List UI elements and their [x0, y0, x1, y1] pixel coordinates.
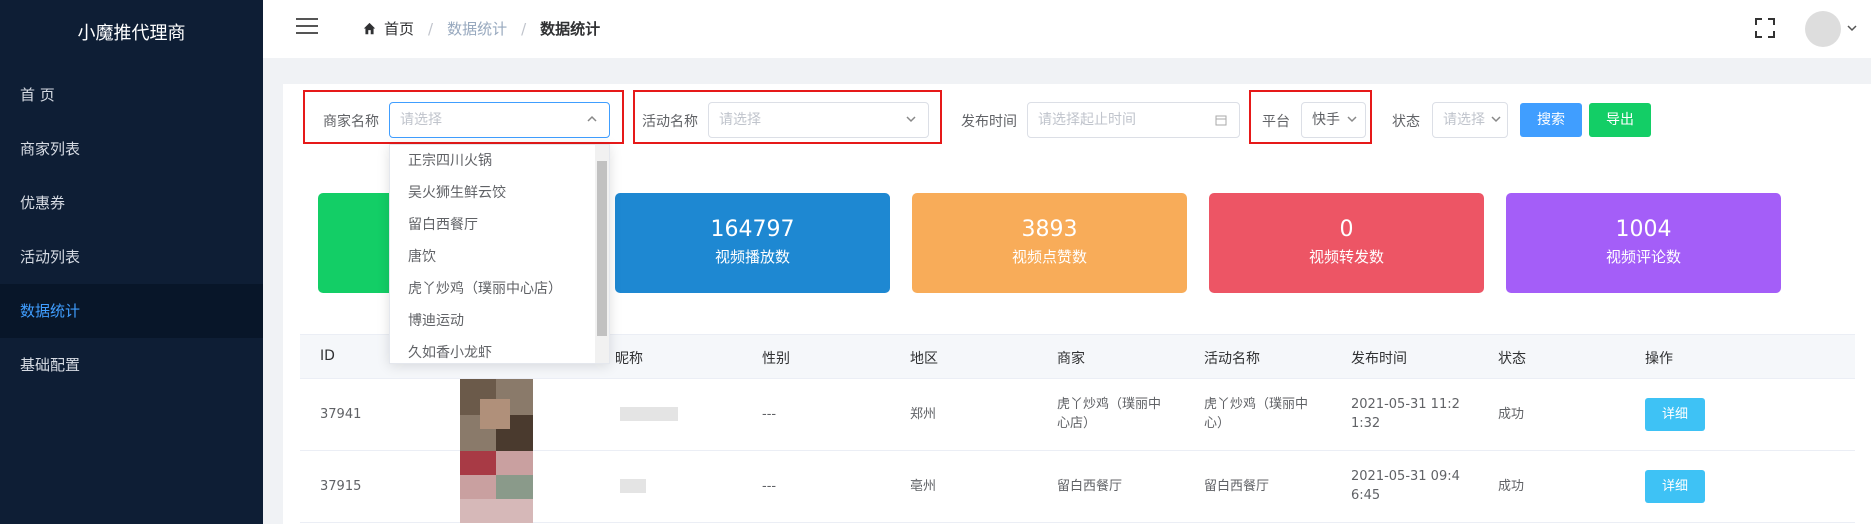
col-region: 地区 [910, 351, 938, 367]
chevron-down-icon [1347, 116, 1357, 123]
col-nickname: 昵称 [615, 351, 643, 367]
stat-value: 3893 [1021, 217, 1078, 242]
breadcrumb-home[interactable]: 首页 [384, 18, 414, 39]
sidebar-item-activities[interactable]: 活动列表 [0, 230, 263, 284]
merchant-placeholder: 请选择 [400, 112, 442, 128]
status-select[interactable]: 请选择 [1432, 102, 1508, 138]
col-id: ID [320, 348, 335, 364]
activity-placeholder: 请选择 [719, 112, 761, 128]
publish-time-range[interactable]: 请选择起止时间 [1027, 102, 1240, 138]
dropdown-option[interactable]: 虎丫炒鸡（璞丽中心店） [390, 273, 609, 305]
breadcrumb-section[interactable]: 数据统计 [447, 18, 507, 39]
cell-merchant: 留白西餐厅 [1057, 479, 1123, 494]
cell-gender: --- [762, 479, 777, 494]
dropdown-option[interactable]: 吴火狮生鲜云饺 [390, 177, 609, 209]
brand-title: 小魔推代理商 [77, 23, 186, 44]
stat-label: 视频点赞数 [1011, 248, 1087, 266]
cell-id: 37941 [320, 407, 362, 422]
search-button[interactable]: 搜索 [1520, 103, 1582, 137]
chevron-down-icon[interactable] [1847, 24, 1857, 32]
stat-value: 0 [1339, 217, 1354, 242]
scrollbar-thumb[interactable] [597, 161, 607, 336]
dropdown-option[interactable]: 留白西餐厅 [390, 209, 609, 241]
status-placeholder: 请选择 [1443, 112, 1485, 128]
platform-value: 快手 [1312, 112, 1340, 128]
col-merchant: 商家 [1057, 351, 1085, 367]
dropdown-scrollbar[interactable] [595, 145, 609, 363]
export-button[interactable]: 导出 [1589, 103, 1651, 137]
publish-time-label: 发布时间 [961, 114, 1017, 130]
sidebar-item-config[interactable]: 基础配置 [0, 338, 263, 392]
table-row: 37941 --- 郑州 虎丫炒鸡（璞丽中心店） 虎丫炒鸡（璞丽中心） 2021… [300, 379, 1855, 451]
sidebar-item-merchants[interactable]: 商家列表 [0, 122, 263, 176]
cell-publish-time: 2021-05-31 11:21:32 [1351, 397, 1460, 431]
breadcrumb-separator: / [428, 19, 434, 38]
detail-button[interactable]: 详细 [1645, 398, 1705, 431]
home-icon [363, 22, 376, 35]
sidebar: 小魔推代理商 首 页 商家列表 优惠券 活动列表 数据统计 基础配置 [0, 0, 263, 524]
cell-publish-time: 2021-05-31 09:46:45 [1351, 469, 1460, 503]
sidebar-item-statistics[interactable]: 数据统计 [0, 284, 263, 338]
stat-label: 视频播放数 [714, 248, 790, 266]
cell-status: 成功 [1498, 479, 1525, 494]
col-publish-time: 发布时间 [1351, 351, 1407, 367]
merchant-label: 商家名称 [323, 114, 379, 130]
merchant-select[interactable]: 请选择 [389, 102, 610, 138]
platform-label: 平台 [1262, 114, 1290, 130]
stat-card-likes: 3893 视频点赞数 [912, 193, 1187, 293]
blurred-nickname [620, 407, 678, 421]
col-action: 操作 [1645, 351, 1673, 367]
cell-gender: --- [762, 407, 777, 422]
chevron-up-icon [587, 115, 597, 122]
chevron-down-icon [906, 116, 916, 123]
chevron-down-icon [1491, 116, 1501, 123]
cell-activity: 虎丫炒鸡（璞丽中心） [1204, 397, 1309, 431]
breadcrumb-current: 数据统计 [540, 20, 601, 38]
breadcrumb-separator: / [521, 19, 527, 38]
cell-region: 亳州 [910, 479, 937, 494]
dropdown-option[interactable]: 唐饮 [390, 241, 609, 273]
detail-button[interactable]: 详细 [1645, 470, 1705, 503]
sidebar-item-coupons[interactable]: 优惠券 [0, 176, 263, 230]
stat-value: 1004 [1615, 217, 1672, 242]
cell-id: 37915 [320, 479, 362, 494]
dropdown-option[interactable]: 博迪运动 [390, 305, 609, 337]
publish-time-placeholder: 请选择起止时间 [1038, 112, 1136, 128]
col-status: 状态 [1498, 351, 1526, 367]
breadcrumb: 首页 / 数据统计 / 数据统计 [363, 18, 600, 39]
cell-merchant: 虎丫炒鸡（璞丽中心店） [1057, 397, 1162, 431]
dropdown-option[interactable]: 久如香小龙虾 [390, 337, 609, 363]
activity-label: 活动名称 [642, 114, 698, 130]
col-gender: 性别 [762, 351, 790, 367]
stat-card-shares: 0 视频转发数 [1209, 193, 1484, 293]
stat-card-plays: 164797 视频播放数 [615, 193, 890, 293]
platform-select[interactable]: 快手 [1301, 102, 1366, 138]
calendar-icon [1215, 115, 1227, 126]
merchant-dropdown: 正宗四川火锅 吴火狮生鲜云饺 留白西餐厅 唐饮 虎丫炒鸡（璞丽中心店） 博迪运动… [389, 144, 610, 364]
hamburger-icon[interactable] [296, 18, 318, 34]
cell-status: 成功 [1498, 407, 1525, 422]
stat-label: 视频转发数 [1308, 248, 1384, 266]
cell-activity: 留白西餐厅 [1204, 479, 1270, 494]
fullscreen-icon[interactable] [1755, 18, 1775, 38]
sidebar-item-home[interactable]: 首 页 [0, 68, 263, 122]
cell-region: 郑州 [910, 407, 937, 422]
blurred-nickname [620, 479, 646, 493]
col-activity: 活动名称 [1204, 351, 1260, 367]
avatar-thumbnail [460, 451, 533, 523]
stat-value: 164797 [710, 217, 795, 242]
top-header: 首页 / 数据统计 / 数据统计 [263, 0, 1871, 58]
status-label: 状态 [1392, 114, 1420, 130]
activity-select[interactable]: 请选择 [708, 102, 929, 138]
avatar-thumbnail [460, 379, 533, 451]
stat-card-comments: 1004 视频评论数 [1506, 193, 1781, 293]
stat-label: 视频评论数 [1605, 248, 1681, 266]
avatar[interactable] [1805, 11, 1841, 47]
table-row: 37915 --- 亳州 留白西餐厅 留白西餐厅 2021-05-31 09:4… [300, 451, 1855, 523]
dropdown-option[interactable]: 正宗四川火锅 [390, 145, 609, 177]
